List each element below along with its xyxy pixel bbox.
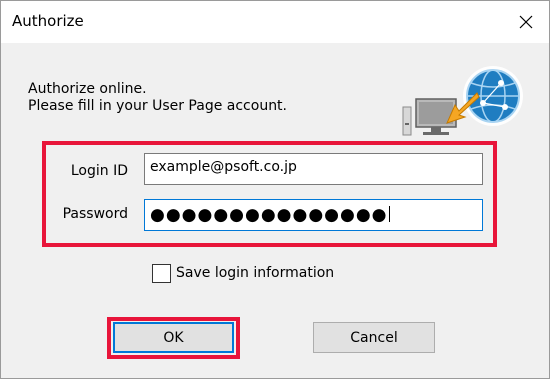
cancel-button[interactable]: Cancel [313,322,435,353]
save-login-checkbox[interactable] [152,264,171,283]
password-label: Password [62,206,128,222]
cancel-button-label: Cancel [350,329,398,346]
dialog-title: Authorize [12,12,84,30]
authorize-illustration [402,66,523,136]
computer-icon [402,98,457,136]
authorize-dialog: Authorize Authorize online. Please fill … [0,0,550,379]
intro-line-1: Authorize online. [28,81,147,97]
ok-button-label: OK [163,329,184,346]
globe-network-icon [463,66,523,126]
login-id-input[interactable]: example@psoft.co.jp [144,153,483,185]
save-login-label[interactable]: Save login information [176,265,334,281]
title-bar: Authorize [1,1,549,43]
password-input[interactable]: ●●●●●●●●●●●●●●● [144,199,483,231]
close-icon [519,15,533,29]
intro-text: Authorize online. Please fill in your Us… [28,81,287,115]
ok-button[interactable]: OK [113,322,234,353]
password-mask: ●●●●●●●●●●●●●●● [150,205,388,225]
login-id-value: example@psoft.co.jp [150,159,297,175]
intro-line-2: Please fill in your User Page account. [28,98,287,114]
close-button[interactable] [503,1,549,43]
text-caret [388,206,390,222]
login-id-label: Login ID [70,163,128,179]
